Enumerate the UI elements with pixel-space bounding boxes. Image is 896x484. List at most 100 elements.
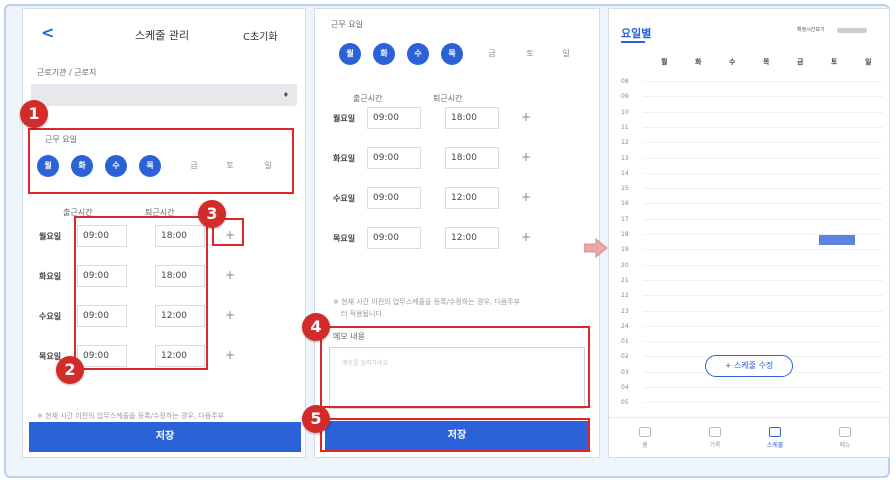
- day-header-2: 수: [729, 58, 736, 66]
- nav-item-2[interactable]: 스케줄: [755, 427, 795, 449]
- hour-gridline: [643, 249, 883, 250]
- day-toggle-3[interactable]: 목: [441, 43, 463, 65]
- nav-item-3[interactable]: 메뉴: [825, 427, 865, 449]
- page-title: 요일별: [621, 27, 652, 40]
- add-time-button[interactable]: +: [225, 308, 235, 322]
- workplace-label: 근로기관 / 근로지: [37, 68, 97, 77]
- hour-gridline: [643, 142, 883, 143]
- confirmed-time-toggle[interactable]: [837, 28, 867, 33]
- nav-icon: [769, 427, 781, 437]
- step-badge-5: 5: [302, 405, 330, 433]
- hour-gridline: [643, 387, 883, 388]
- day-header-0: 월: [661, 58, 668, 66]
- row-day-label: 월요일: [333, 114, 356, 123]
- start-time-header: 출근시간: [353, 94, 383, 103]
- schedule-event-block[interactable]: [819, 235, 855, 245]
- hour-label: 20: [621, 262, 629, 269]
- nav-label: 기록: [709, 442, 721, 449]
- row-day-label: 화요일: [333, 154, 356, 163]
- day-header-1: 화: [695, 58, 702, 66]
- day-toggle-1[interactable]: 화: [373, 43, 395, 65]
- hour-label: 21: [621, 277, 629, 284]
- weekly-schedule-screen: 요일별 확정시간보기 월 화 수 목 금 토 일 08 09 10 11 12 13 14 15 16 17 1…: [608, 8, 890, 458]
- day-header-6: 일: [865, 58, 872, 66]
- hour-label: 24: [621, 323, 629, 330]
- notice-text-line2: 터 적용됩니다.: [341, 310, 385, 318]
- hour-label: 10: [621, 109, 629, 116]
- start-time-input[interactable]: 09:00: [367, 227, 421, 249]
- workplace-select[interactable]: ♦: [31, 84, 297, 106]
- hour-label: 04: [621, 384, 629, 391]
- day-toggle-2[interactable]: 수: [407, 43, 429, 65]
- end-time-header: 퇴근시간: [433, 94, 463, 103]
- day-header-4: 금: [797, 58, 804, 66]
- row-day-label: 목요일: [39, 352, 62, 361]
- save-button[interactable]: 저장: [29, 422, 301, 452]
- add-time-button[interactable]: +: [225, 268, 235, 282]
- end-time-input[interactable]: 18:00: [445, 107, 499, 129]
- hour-label: 05: [621, 399, 629, 406]
- hour-gridline: [643, 280, 883, 281]
- step-badge-4: 4: [302, 313, 330, 341]
- day-toggle-4[interactable]: 금: [481, 43, 503, 65]
- start-time-input[interactable]: 09:00: [367, 187, 421, 209]
- step-badge-1: 1: [20, 100, 48, 128]
- hour-label: 15: [621, 185, 629, 192]
- day-header-3: 목: [763, 58, 770, 66]
- hour-gridline: [643, 81, 883, 82]
- day-toggle-5[interactable]: 토: [519, 43, 541, 65]
- hour-label: 19: [621, 246, 629, 253]
- hour-gridline: [643, 158, 883, 159]
- hour-gridline: [643, 311, 883, 312]
- add-time-button[interactable]: +: [225, 348, 235, 362]
- nav-item-0[interactable]: 홈: [625, 427, 665, 449]
- highlight-memo: [320, 326, 590, 408]
- hour-gridline: [643, 341, 883, 342]
- hour-label: 02: [621, 353, 629, 360]
- day-toggle-6[interactable]: 일: [555, 43, 577, 65]
- hour-gridline: [643, 219, 883, 220]
- hour-gridline: [643, 295, 883, 296]
- start-time-input[interactable]: 09:00: [367, 107, 421, 129]
- hour-label: 11: [621, 124, 629, 131]
- hour-label: 18: [621, 231, 629, 238]
- hour-label: 13: [621, 155, 629, 162]
- row-day-label: 월요일: [39, 232, 62, 241]
- dropdown-arrow-icon: ♦: [282, 91, 289, 99]
- hour-gridline: [643, 326, 883, 327]
- day-toggle-0[interactable]: 월: [339, 43, 361, 65]
- row-day-label: 수요일: [39, 312, 62, 321]
- add-time-button[interactable]: +: [521, 230, 531, 244]
- end-time-input[interactable]: 18:00: [445, 147, 499, 169]
- notice-text: ※ 현재 시간 이전의 업무스케줄을 등록/수정하는 경우, 다음주부: [37, 412, 225, 420]
- row-day-label: 수요일: [333, 194, 356, 203]
- edit-schedule-button[interactable]: + 스케줄 수정: [705, 355, 793, 377]
- add-time-button[interactable]: +: [521, 150, 531, 164]
- hour-label: 03: [621, 369, 629, 376]
- nav-item-1[interactable]: 기록: [695, 427, 735, 449]
- back-icon[interactable]: <: [41, 23, 54, 42]
- step-badge-3: 3: [198, 200, 226, 228]
- day-header-5: 토: [831, 58, 838, 66]
- add-time-button[interactable]: +: [521, 110, 531, 124]
- highlight-workdays: [28, 128, 294, 194]
- nav-label: 스케줄: [766, 442, 784, 449]
- nav-icon: [639, 427, 651, 437]
- title-underline: [621, 41, 645, 43]
- workdays-label: 근무 요일: [331, 20, 363, 29]
- highlight-time-inputs: [74, 216, 208, 370]
- start-time-input[interactable]: 09:00: [367, 147, 421, 169]
- end-time-input[interactable]: 12:00: [445, 227, 499, 249]
- flow-arrow-icon: [584, 238, 608, 258]
- hour-gridline: [643, 96, 883, 97]
- step-badge-2: 2: [56, 356, 84, 384]
- hour-gridline: [643, 112, 883, 113]
- nav-icon: [709, 427, 721, 437]
- hour-label: 08: [621, 78, 629, 85]
- row-day-label: 목요일: [333, 234, 356, 243]
- add-time-button[interactable]: +: [521, 190, 531, 204]
- end-time-input[interactable]: 12:00: [445, 187, 499, 209]
- nav-icon: [839, 427, 851, 437]
- nav-label: 홈: [642, 442, 648, 449]
- reset-button[interactable]: C초기화: [243, 28, 278, 43]
